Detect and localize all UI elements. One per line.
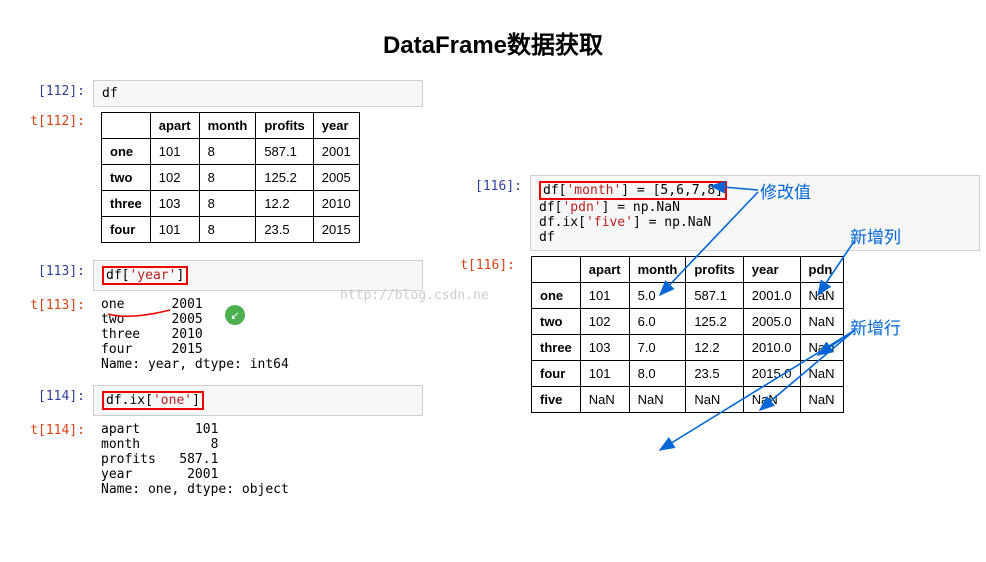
cell-112-out: t[112]: apartmonthprofitsyearone1018587.… <box>3 110 423 245</box>
table-cell: 102 <box>150 165 199 191</box>
cell-112-in: [112]: df <box>3 80 423 107</box>
table-row: four1018.023.52015.0NaN <box>532 361 844 387</box>
table-cell: 23.5 <box>256 217 313 243</box>
table-cell: three <box>102 191 151 217</box>
table-cell: 101 <box>580 361 629 387</box>
table-cell: one <box>532 283 581 309</box>
table-cell: two <box>532 309 581 335</box>
anno-new-row: 新增行 <box>850 314 901 339</box>
table-cell: 2005.0 <box>743 309 800 335</box>
prompt-in-114: [114]: <box>3 385 93 408</box>
table-row: three103812.22010 <box>102 191 360 217</box>
table-cell: NaN <box>800 361 843 387</box>
table-cell: 6.0 <box>629 309 686 335</box>
table-row: one1018587.12001 <box>102 139 360 165</box>
table-cell: NaN <box>580 387 629 413</box>
table-header: profits <box>256 113 313 139</box>
table-cell: 12.2 <box>256 191 313 217</box>
table-cell: 101 <box>150 139 199 165</box>
code-112: df <box>93 80 423 107</box>
cell-113-in: [113]: df['year'] <box>3 260 423 291</box>
output-114: apart 101 month 8 profits 587.1 year 200… <box>93 419 423 500</box>
table-cell: 2010.0 <box>743 335 800 361</box>
table-header <box>532 257 581 283</box>
prompt-in-113: [113]: <box>3 260 93 283</box>
table-cell: 125.2 <box>256 165 313 191</box>
table-cell: 587.1 <box>256 139 313 165</box>
prompt-out-113: t[113]: <box>3 294 93 317</box>
table-cell: 101 <box>580 283 629 309</box>
table-row: one1015.0587.12001.0NaN <box>532 283 844 309</box>
table-cell: four <box>102 217 151 243</box>
table-cell: 8 <box>199 191 256 217</box>
table-row: fiveNaNNaNNaNNaNNaN <box>532 387 844 413</box>
prompt-in-112: [112]: <box>3 80 93 103</box>
table-cell: five <box>532 387 581 413</box>
table-cell: 125.2 <box>686 309 743 335</box>
prompt-in-116: [116]: <box>440 175 530 198</box>
table-header: month <box>199 113 256 139</box>
code-113: df['year'] <box>93 260 423 291</box>
dataframe-table-1: apartmonthprofitsyearone1018587.12001two… <box>101 112 360 243</box>
table-cell: 7.0 <box>629 335 686 361</box>
table-cell: NaN <box>800 335 843 361</box>
table-cell: 2005 <box>313 165 359 191</box>
table-cell: one <box>102 139 151 165</box>
right-column: [116]: df['month'] = [5,6,7,8] df['pdn']… <box>440 175 980 418</box>
table-cell: 2015.0 <box>743 361 800 387</box>
table-row: three1037.012.22010.0NaN <box>532 335 844 361</box>
cell-114-out: t[114]: apart 101 month 8 profits 587.1 … <box>3 419 423 500</box>
table-header: profits <box>686 257 743 283</box>
table-cell: four <box>532 361 581 387</box>
table-cell: NaN <box>800 387 843 413</box>
table-cell: 8 <box>199 139 256 165</box>
anno-modify-value: 修改值 <box>760 178 811 203</box>
table-cell: 23.5 <box>686 361 743 387</box>
prompt-out-116: t[116]: <box>440 254 523 277</box>
prompt-out-114: t[114]: <box>3 419 93 442</box>
table-cell: three <box>532 335 581 361</box>
cell-114-in: [114]: df.ix['one'] <box>3 385 423 416</box>
table-cell: NaN <box>800 309 843 335</box>
table-header: apart <box>150 113 199 139</box>
cursor-icon: ↙ <box>225 305 245 325</box>
table-cell: 2001 <box>313 139 359 165</box>
cell-113-out: t[113]: one 2001 two 2005 three 2010 fou… <box>3 294 423 375</box>
table-cell: NaN <box>629 387 686 413</box>
page-title: DataFrame数据获取 <box>0 0 986 78</box>
table-cell: 8.0 <box>629 361 686 387</box>
table-cell: 12.2 <box>686 335 743 361</box>
table-row: four101823.52015 <box>102 217 360 243</box>
table-row: two1028125.22005 <box>102 165 360 191</box>
table-cell: NaN <box>800 283 843 309</box>
table-cell: 5.0 <box>629 283 686 309</box>
table-header: month <box>629 257 686 283</box>
table-header: apart <box>580 257 629 283</box>
table-cell: 8 <box>199 165 256 191</box>
table-header: year <box>743 257 800 283</box>
anno-new-column: 新增列 <box>850 223 901 248</box>
table-row: two1026.0125.22005.0NaN <box>532 309 844 335</box>
watermark-text: http://blog.csdn.ne <box>340 288 489 303</box>
table-header <box>102 113 151 139</box>
table-cell: NaN <box>686 387 743 413</box>
dataframe-table-2: apartmonthprofitsyearpdnone1015.0587.120… <box>531 256 844 413</box>
code-114: df.ix['one'] <box>93 385 423 416</box>
output-113: one 2001 two 2005 three 2010 four 2015 N… <box>93 294 423 375</box>
table-cell: 587.1 <box>686 283 743 309</box>
table-cell: 2001.0 <box>743 283 800 309</box>
table-cell: 101 <box>150 217 199 243</box>
table-cell: 2015 <box>313 217 359 243</box>
table-cell: 103 <box>150 191 199 217</box>
table-cell: two <box>102 165 151 191</box>
table-cell: 103 <box>580 335 629 361</box>
table-cell: 2010 <box>313 191 359 217</box>
code-116: df['month'] = [5,6,7,8] df['pdn'] = np.N… <box>530 175 980 251</box>
prompt-out-112: t[112]: <box>3 110 93 133</box>
table-header: pdn <box>800 257 843 283</box>
table-cell: 102 <box>580 309 629 335</box>
table-header: year <box>313 113 359 139</box>
table-cell: 8 <box>199 217 256 243</box>
table-cell: NaN <box>743 387 800 413</box>
